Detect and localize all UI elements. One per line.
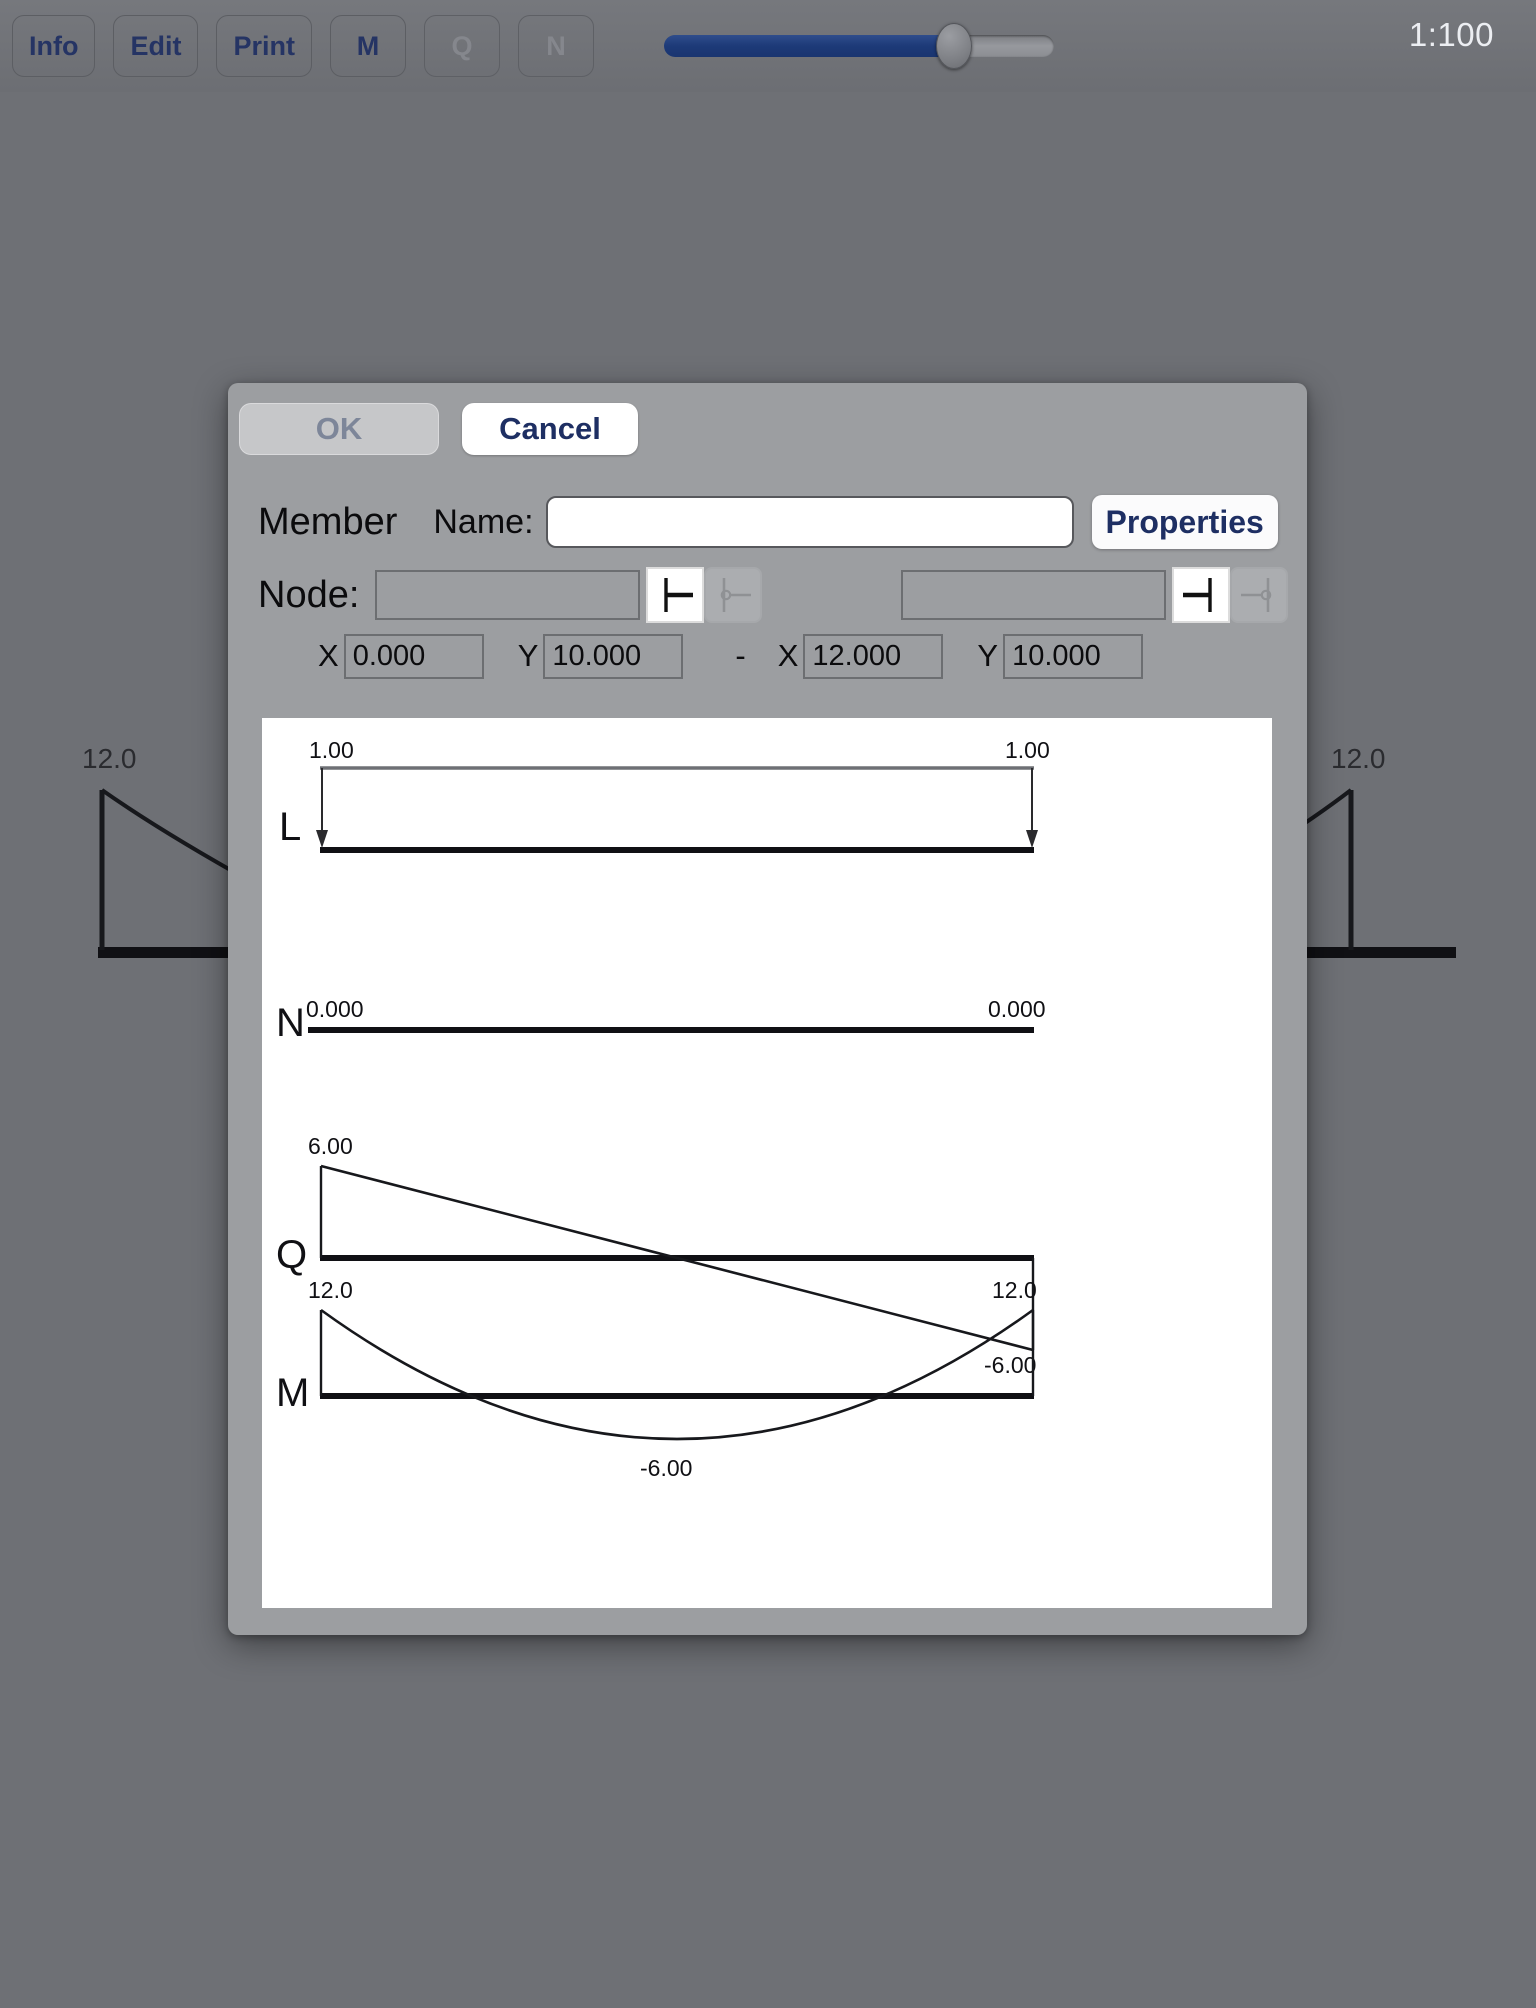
zoom-slider[interactable] [664,15,1054,77]
end-y-input[interactable] [1003,633,1144,679]
normal-force-diagram-N: N 0.000 0.000 [276,996,1046,1045]
shear-force-diagram-label: Q [276,1233,307,1277]
end-hinged-connection-icon[interactable] [1230,567,1288,623]
normal-button[interactable]: N [518,15,594,77]
normal-force-diagram-label: N [276,1001,305,1045]
end-x-label: X [777,638,799,673]
node-label: Node: [258,573,360,616]
shear-button[interactable]: Q [424,15,500,77]
shear-force-end-value: -6.00 [984,1352,1036,1378]
force-diagram-panel: L 1.00 1.00 N 0.000 0.000 Q 6.00 -6.00 M… [262,718,1272,1608]
end-x-input[interactable] [803,633,944,679]
shear-force-start-value: 6.00 [308,1133,353,1159]
start-rigid-connection-icon[interactable] [646,567,705,623]
zoom-slider-fill [664,35,953,57]
print-button[interactable]: Print [216,15,312,77]
moment-midspan-value: -6.00 [640,1455,692,1481]
moment-diagram-label: M [276,1371,309,1415]
start-hinged-connection-icon[interactable] [704,567,763,623]
load-diagram-label: L [279,805,301,849]
moment-start-value: 12.0 [308,1277,353,1303]
start-node-input[interactable] [375,570,641,620]
end-y-label: Y [977,638,999,673]
moment-diagram-M: M 12.0 12.0 -6.00 [276,1277,1037,1481]
end-node-input[interactable] [901,570,1166,620]
load-start-value: 1.00 [309,737,354,763]
force-diagram-svg: L 1.00 1.00 N 0.000 0.000 Q 6.00 -6.00 M… [276,737,1050,1481]
zoom-slider-thumb[interactable] [935,23,972,69]
member-properties-dialog: OK Cancel Member Name: Properties Node: [228,383,1307,1635]
properties-button[interactable]: Properties [1091,495,1278,549]
normal-force-end-value: 0.000 [988,996,1046,1022]
start-x-label: X [318,638,339,673]
info-button[interactable]: Info [12,15,96,77]
name-label: Name: [433,502,534,541]
shear-force-diagram-Q: Q 6.00 -6.00 [276,1133,1036,1378]
scale-indicator: 1:100 [1408,16,1494,53]
dialog-action-bar: OK Cancel [239,403,638,455]
end-rigid-connection-icon[interactable] [1172,567,1230,623]
member-label: Member [258,500,398,543]
background-right-moment-label: 12.0 [1331,743,1386,774]
member-name-input[interactable] [545,496,1074,548]
top-toolbar: Info Edit Print M Q N 1:100 [0,0,1536,92]
start-x-input[interactable] [343,633,484,679]
start-y-input[interactable] [543,633,684,679]
member-name-row: Member Name: Properties [258,493,1288,551]
cancel-button[interactable]: Cancel [462,403,638,455]
end-connection-selector [1172,567,1288,623]
coordinates-separator: - [735,638,746,673]
start-connection-selector [646,567,763,623]
node-row: Node: [258,566,1288,624]
load-diagram-L: L 1.00 1.00 [279,737,1050,853]
normal-force-start-value: 0.000 [306,996,364,1022]
background-left-moment-label: 12.0 [82,743,137,774]
start-y-label: Y [517,638,539,673]
moment-button[interactable]: M [330,15,406,77]
coordinates-row: X Y - X Y [318,629,1298,683]
moment-end-value: 12.0 [992,1277,1037,1303]
ok-button[interactable]: OK [239,403,439,455]
load-end-value: 1.00 [1005,737,1050,763]
edit-button[interactable]: Edit [113,15,199,77]
